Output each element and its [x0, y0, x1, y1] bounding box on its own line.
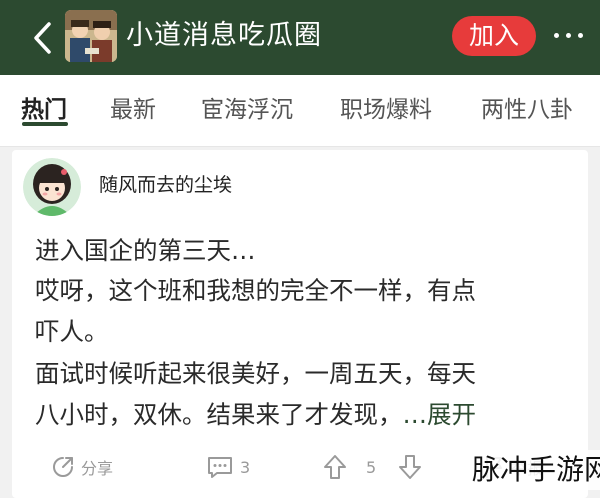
tab-officialdom[interactable]: 宦海浮沉	[201, 75, 293, 146]
post-author[interactable]: 随风而去的尘埃	[99, 172, 232, 198]
comment-icon	[208, 457, 232, 478]
group-avatar-image	[65, 10, 117, 62]
post-text-line: 八小时，双休。结果来了才发现，…展开	[35, 395, 476, 435]
upvote-arrow-icon	[324, 455, 346, 479]
share-icon	[53, 457, 73, 477]
active-tab-indicator	[22, 122, 68, 126]
category-tabs: 热门 最新 宦海浮沉 职场爆料 两性八卦	[0, 75, 600, 147]
tab-hot[interactable]: 热门	[21, 75, 67, 146]
watermark: 脉冲手游网	[466, 450, 600, 490]
chevron-left-icon	[34, 22, 51, 54]
back-button[interactable]	[22, 18, 62, 58]
share-label: 分享	[81, 459, 114, 478]
tab-gossip[interactable]: 两性八卦	[481, 75, 573, 146]
group-title: 小道消息吃瓜圈	[126, 20, 322, 51]
post-text-last: 八小时，双休。结果来了才发现，	[35, 400, 403, 429]
downvote-button[interactable]	[398, 452, 428, 482]
vote-count: 5	[366, 457, 377, 477]
post-text-line: 进入国企的第三天…	[35, 236, 256, 265]
post-text-line: 吓人。	[35, 317, 109, 346]
upvote-button[interactable]	[323, 452, 353, 482]
comment-button[interactable]: 3	[206, 452, 250, 482]
post-text-line: 哎呀，这个班和我想的完全不一样，有点	[35, 276, 476, 305]
more-dots-icon[interactable]	[554, 30, 584, 42]
downvote-arrow-icon	[399, 455, 421, 479]
expand-link[interactable]: …展开	[403, 400, 477, 429]
tab-workplace[interactable]: 职场爆料	[340, 75, 432, 146]
group-header: 小道消息吃瓜圈 加入	[0, 0, 600, 75]
comment-count: 3	[240, 457, 251, 477]
join-button[interactable]: 加入	[452, 16, 536, 56]
vote-count-wrap: 5	[366, 452, 376, 482]
share-button[interactable]: 分享	[51, 452, 113, 482]
tab-latest[interactable]: 最新	[110, 75, 156, 146]
user-avatar[interactable]	[23, 158, 81, 216]
post-text-line: 面试时候听起来很美好，一周五天，每天	[35, 359, 476, 388]
user-avatar-image	[23, 158, 81, 216]
group-avatar[interactable]	[65, 10, 117, 62]
